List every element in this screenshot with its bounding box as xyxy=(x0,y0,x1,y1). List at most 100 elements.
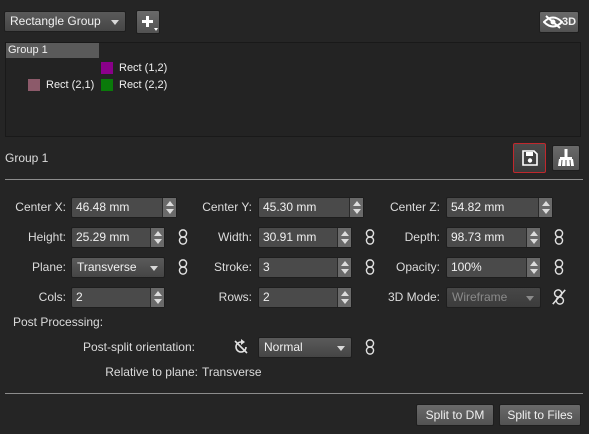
spin-down-icon[interactable] xyxy=(154,239,162,244)
view-3d-label: 3D xyxy=(562,16,577,28)
spin-down-icon[interactable] xyxy=(341,239,349,244)
height-value: 25.29 mm xyxy=(76,230,130,244)
spin-up-icon[interactable] xyxy=(353,201,361,206)
center-z-spinbox[interactable]: 54.82 mm xyxy=(446,197,553,218)
tree-group-label: Group 1 xyxy=(8,44,48,56)
add-item-button[interactable] xyxy=(136,10,160,34)
link-icon[interactable] xyxy=(364,229,376,245)
spin-buttons[interactable] xyxy=(538,198,552,217)
link-icon[interactable] xyxy=(364,339,376,355)
divider-bottom xyxy=(5,393,583,394)
spin-down-icon[interactable] xyxy=(154,299,162,304)
rows-spinbox[interactable]: 2 xyxy=(258,287,352,308)
cols-value: 2 xyxy=(76,290,83,304)
link-icon[interactable] xyxy=(177,259,189,275)
spin-buttons[interactable] xyxy=(349,198,363,217)
spin-down-icon[interactable] xyxy=(530,239,538,244)
spin-up-icon[interactable] xyxy=(154,231,162,236)
depth-spinbox[interactable]: 98.73 mm xyxy=(446,227,541,248)
clear-button[interactable] xyxy=(552,145,580,171)
panel-title: Group 1 xyxy=(5,151,49,165)
spin-up-icon[interactable] xyxy=(530,261,538,266)
spin-up-icon[interactable] xyxy=(341,291,349,296)
link-icon[interactable] xyxy=(364,259,376,275)
center-x-spinbox[interactable]: 46.48 mm xyxy=(71,197,177,218)
save-icon xyxy=(522,150,538,166)
width-spinbox[interactable]: 30.91 mm xyxy=(258,227,352,248)
depth-value: 98.73 mm xyxy=(451,230,505,244)
stroke-value: 3 xyxy=(263,260,270,274)
post-split-orientation-combo[interactable]: Normal xyxy=(258,337,352,358)
spin-buttons[interactable] xyxy=(526,228,540,247)
center-x-value: 46.48 mm xyxy=(76,200,130,214)
stroke-spinbox[interactable]: 3 xyxy=(258,257,352,278)
width-label: Width: xyxy=(217,230,252,244)
center-x-label: Center X: xyxy=(15,200,66,214)
link-icon[interactable] xyxy=(177,229,189,245)
opacity-spinbox[interactable]: 100% xyxy=(446,257,541,278)
tree-group-header[interactable]: Group 1 xyxy=(6,43,99,58)
plane-value: Transverse xyxy=(77,260,137,274)
spin-buttons[interactable] xyxy=(150,288,164,307)
spin-buttons[interactable] xyxy=(150,228,164,247)
depth-label: Depth: xyxy=(404,230,440,244)
mode-3d-label: 3D Mode: xyxy=(387,290,440,304)
mode-3d-combo: Wireframe xyxy=(446,287,541,308)
eye-off-icon xyxy=(543,15,563,29)
group-type-combo[interactable]: Rectangle Group xyxy=(4,11,126,32)
cols-spinbox[interactable]: 2 xyxy=(71,287,165,308)
cols-label: Cols: xyxy=(38,290,66,304)
center-z-value: 54.82 mm xyxy=(451,200,505,214)
spin-up-icon[interactable] xyxy=(154,291,162,296)
spin-down-icon[interactable] xyxy=(530,269,538,274)
spin-buttons[interactable] xyxy=(162,198,176,217)
opacity-value: 100% xyxy=(451,260,482,274)
post-processing-heading: Post Processing: xyxy=(13,315,104,329)
link-icon[interactable] xyxy=(553,259,565,275)
spin-up-icon[interactable] xyxy=(341,231,349,236)
height-label: Height: xyxy=(27,230,66,244)
spin-down-icon[interactable] xyxy=(353,209,361,214)
spin-up-icon[interactable] xyxy=(530,231,538,236)
spin-up-icon[interactable] xyxy=(542,201,550,206)
rows-label: Rows: xyxy=(218,290,252,304)
spin-buttons[interactable] xyxy=(337,228,351,247)
spin-buttons[interactable] xyxy=(526,258,540,277)
group-type-value: Rectangle Group xyxy=(10,14,101,28)
tree-item-label: Rect (1,2) xyxy=(119,62,168,74)
spin-up-icon[interactable] xyxy=(166,201,174,206)
plane-combo[interactable]: Transverse xyxy=(71,257,165,278)
toggle-3d-view-button[interactable]: 3D xyxy=(539,11,579,33)
divider-top xyxy=(5,179,583,180)
spin-down-icon[interactable] xyxy=(542,209,550,214)
post-split-orientation-label: Post-split orientation: xyxy=(82,340,195,354)
split-to-dm-button[interactable]: Split to DM xyxy=(416,404,494,426)
rotate-icon xyxy=(234,339,248,354)
chevron-down-icon xyxy=(150,266,158,271)
spin-buttons[interactable] xyxy=(337,258,351,277)
relative-to-plane-value: Transverse xyxy=(202,365,262,379)
spin-up-icon[interactable] xyxy=(341,261,349,266)
broom-icon xyxy=(558,149,574,167)
spin-buttons[interactable] xyxy=(337,288,351,307)
split-to-files-button[interactable]: Split to Files xyxy=(499,404,581,426)
spin-down-icon[interactable] xyxy=(341,299,349,304)
center-y-value: 45.30 mm xyxy=(263,200,317,214)
spin-down-icon[interactable] xyxy=(341,269,349,274)
rows-value: 2 xyxy=(263,290,270,304)
unlink-icon[interactable] xyxy=(551,289,567,305)
height-spinbox[interactable]: 25.29 mm xyxy=(71,227,165,248)
link-icon[interactable] xyxy=(553,229,565,245)
stroke-label: Stroke: xyxy=(213,260,252,274)
opacity-label: Opacity: xyxy=(395,260,440,274)
group-tree[interactable]: Group 1 Rect (1,2) Rect (2,1) Rect (2,2) xyxy=(5,42,581,137)
save-button[interactable] xyxy=(513,143,546,173)
plane-label: Plane: xyxy=(31,260,66,274)
rect-color-swatch xyxy=(101,79,113,91)
rect-color-swatch xyxy=(101,62,113,74)
spin-down-icon[interactable] xyxy=(166,209,174,214)
rect-color-swatch xyxy=(28,79,40,91)
tree-item-label: Rect (2,1) xyxy=(46,79,95,91)
relative-to-plane-label: Relative to plane: xyxy=(105,365,198,379)
center-y-spinbox[interactable]: 45.30 mm xyxy=(258,197,364,218)
